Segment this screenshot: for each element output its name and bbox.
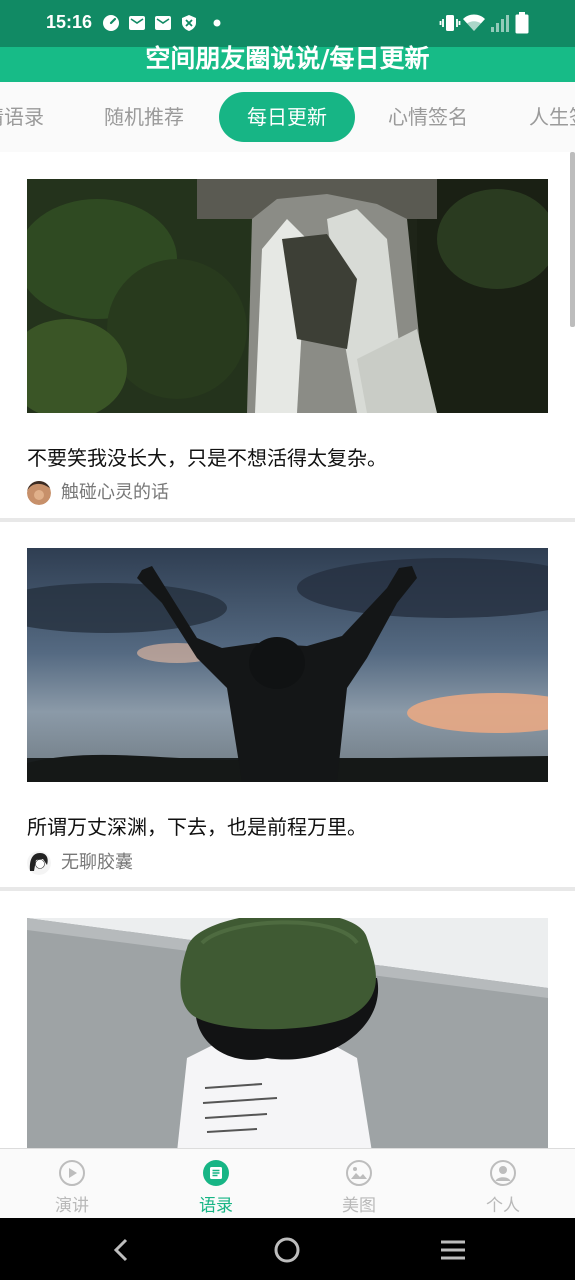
- status-time: 15:16: [46, 12, 93, 32]
- mail-icon: [155, 16, 171, 30]
- mail-icon: [129, 16, 145, 30]
- back-icon[interactable]: [106, 1234, 138, 1266]
- signal-icon: [491, 15, 509, 32]
- avatar: [27, 481, 51, 505]
- author-name: 无聊胶囊: [61, 852, 133, 873]
- tab-mood-signature[interactable]: 心情签名: [388, 92, 468, 142]
- person-icon: [490, 1160, 516, 1186]
- recents-icon[interactable]: [437, 1234, 469, 1266]
- play-circle-icon: [59, 1160, 85, 1186]
- dot-icon: [213, 19, 221, 27]
- tab-life-signature[interactable]: 人生签: [529, 92, 575, 142]
- app-header: 空间朋友圈说说/每日更新: [0, 44, 575, 82]
- post-card[interactable]: [0, 891, 575, 1148]
- post-text: 不要笑我没长大，只是不想活得太复杂。: [27, 446, 387, 470]
- tab-daily-update[interactable]: 每日更新: [219, 92, 355, 142]
- wifi-icon: [463, 14, 485, 31]
- battery-icon: [515, 12, 529, 34]
- speedometer-icon: [103, 15, 119, 31]
- post-image-green-hat[interactable]: [27, 918, 548, 1148]
- page-title: 空间朋友圈说说/每日更新: [145, 44, 430, 73]
- avatar: [27, 851, 51, 875]
- post-text: 所谓万丈深渊，下去，也是前程万里。: [27, 815, 367, 839]
- picture-icon: [346, 1160, 372, 1186]
- vpn-shield-icon: [182, 15, 196, 31]
- nav-speech[interactable]: 演讲: [17, 1149, 127, 1219]
- post-image-raised-arms[interactable]: [27, 548, 548, 782]
- nav-pictures[interactable]: 美图: [304, 1149, 414, 1219]
- nav-label: 演讲: [55, 1196, 89, 1216]
- nav-label: 个人: [486, 1196, 520, 1216]
- nav-profile[interactable]: 个人: [448, 1149, 558, 1219]
- bottom-nav: 演讲 语录 美图 个人: [0, 1148, 575, 1218]
- tab-quotes[interactable]: 情语录: [0, 92, 44, 142]
- nav-quotes[interactable]: 语录: [161, 1149, 271, 1219]
- nav-label: 语录: [199, 1196, 233, 1216]
- author-name: 触碰心灵的话: [61, 482, 169, 503]
- post-feed[interactable]: 不要笑我没长大，只是不想活得太复杂。 触碰心灵的话 所谓万丈深渊，下去，也是前程…: [0, 152, 575, 1148]
- post-image-waterfall[interactable]: [27, 179, 548, 413]
- category-tab-bar: 情语录 随机推荐 每日更新 心情签名 人生签: [0, 82, 575, 152]
- feed-scrollbar[interactable]: [570, 152, 575, 327]
- home-icon[interactable]: [271, 1234, 303, 1266]
- post-card[interactable]: 不要笑我没长大，只是不想活得太复杂。 触碰心灵的话: [0, 152, 575, 518]
- status-bar: 15:16: [0, 0, 575, 47]
- post-card[interactable]: 所谓万丈深渊，下去，也是前程万里。 无聊胶囊: [0, 522, 575, 887]
- system-nav-bar: [0, 1218, 575, 1280]
- nav-label: 美图: [342, 1196, 376, 1216]
- tab-random[interactable]: 随机推荐: [104, 92, 184, 142]
- quote-list-icon: [203, 1160, 229, 1186]
- vibrate-icon: [439, 15, 461, 31]
